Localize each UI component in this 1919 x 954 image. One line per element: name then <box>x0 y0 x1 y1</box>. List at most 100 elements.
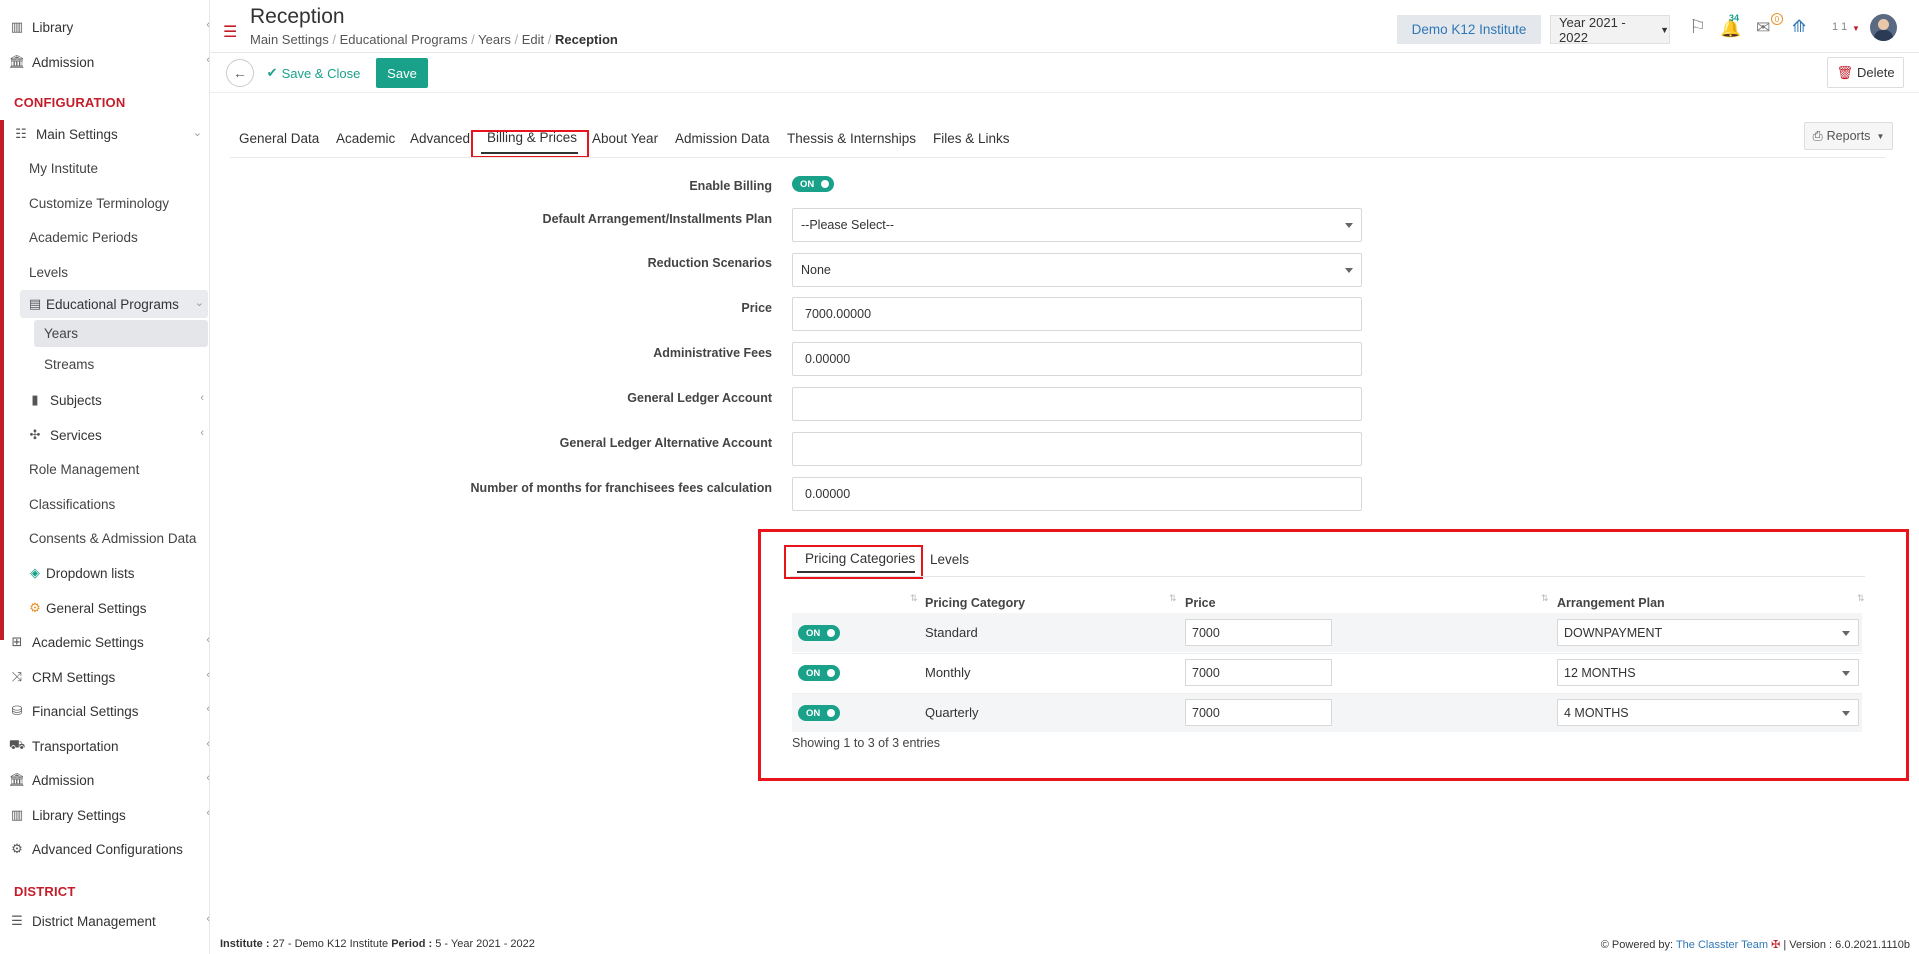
sort-icon[interactable]: ⇅ <box>910 593 917 604</box>
flag-icon[interactable]: ⚐ <box>1689 16 1706 39</box>
sidebar-item-advanced-configurations[interactable]: ⚙ Advanced Configurations <box>8 835 209 863</box>
tab-admission-data[interactable]: Admission Data <box>675 131 770 146</box>
column-header-price[interactable]: Price <box>1185 596 1216 610</box>
active-section-bar <box>0 120 4 640</box>
chevron-left-icon: ‹ <box>206 772 210 784</box>
sidebar-item-admission[interactable]: 🏛 Admission ‹ <box>8 48 209 76</box>
sidebar-item-library[interactable]: ▥ Library ‹ <box>8 13 209 41</box>
delete-button[interactable]: 🗑 Delete <box>1827 57 1904 88</box>
row-plan-value: 4 MONTHS <box>1564 705 1629 720</box>
row-category: Standard <box>925 625 978 640</box>
reduction-select[interactable]: None <box>792 253 1362 287</box>
tab-about-year[interactable]: About Year <box>592 131 658 146</box>
price-input[interactable]: 7000.00000 <box>792 297 1362 331</box>
row-category: Monthly <box>925 665 971 680</box>
sidebar-item-my-institute[interactable]: My Institute <box>29 161 98 176</box>
tab-files-links[interactable]: Files & Links <box>933 131 1010 146</box>
tab-general-data[interactable]: General Data <box>239 131 319 146</box>
hamburger-icon[interactable]: ☰ <box>223 22 237 42</box>
tab-levels[interactable]: Levels <box>930 552 969 567</box>
sidebar-item-crm-settings[interactable]: ⤨ CRM Settings ‹ <box>8 663 209 691</box>
row-plan-select[interactable]: DOWNPAYMENT <box>1557 619 1859 646</box>
back-button[interactable]: ← <box>226 59 254 87</box>
tab-billing-prices[interactable]: Billing & Prices <box>487 130 577 145</box>
tab-advanced[interactable]: Advanced <box>410 131 470 146</box>
sidebar-item-district-management[interactable]: ☰ District Management ‹ <box>8 907 209 935</box>
layers-sync-icon[interactable]: ⟰ <box>1792 17 1806 37</box>
arrangement-select[interactable]: --Please Select-- <box>792 208 1362 242</box>
chevron-left-icon: ‹ <box>200 392 204 404</box>
toolbar: ← ✔ Save & Close Save 🗑 Delete <box>210 53 1919 93</box>
sidebar-item-academic-periods[interactable]: Academic Periods <box>29 230 138 245</box>
sidebar-item-years[interactable]: Years <box>44 326 78 341</box>
column-header-pricing-category[interactable]: Pricing Category <box>925 596 1025 610</box>
sidebar-item-transportation[interactable]: ⛟ Transportation ‹ <box>8 732 209 760</box>
sidebar-item-services[interactable]: ✣ Services ‹ <box>26 421 206 449</box>
sidebar-item-main-settings[interactable]: ☷ Main Settings ⌄ <box>12 120 209 148</box>
sidebar-item-levels[interactable]: Levels <box>29 265 68 280</box>
sidebar-item-streams[interactable]: Streams <box>44 357 94 372</box>
save-button[interactable]: Save <box>376 58 428 88</box>
tabs-divider <box>230 157 1885 158</box>
sidebar-item-academic-settings[interactable]: ⊞ Academic Settings ‹ <box>8 628 209 656</box>
sidebar-item-educational-programs[interactable]: ▤ Educational Programs ⌄ <box>26 290 206 318</box>
sort-icon[interactable]: ⇅ <box>1857 593 1864 604</box>
footer-period-label: Period : <box>391 938 433 950</box>
sidebar-item-label: Educational Programs <box>46 296 179 312</box>
footer-powered: © Powered by: The Classter Team ✠ | Vers… <box>1601 938 1910 951</box>
sidebar-item-customize-terminology[interactable]: Customize Terminology <box>29 196 169 211</box>
breadcrumb-years[interactable]: Years <box>478 32 511 47</box>
top-header: ☰ Reception Main Settings / Educational … <box>210 0 1919 53</box>
sidebar-item-classifications[interactable]: Classifications <box>29 497 115 512</box>
page-title: Reception <box>250 5 345 28</box>
envelope-icon[interactable]: ✉ <box>1756 18 1770 38</box>
footer-powered-link[interactable]: The Classter Team <box>1676 939 1768 951</box>
caret-down-icon[interactable]: ▼ <box>1852 24 1860 33</box>
enable-billing-toggle[interactable]: ON <box>792 176 834 192</box>
row-price-input[interactable]: 7000 <box>1185 619 1332 646</box>
gear-icon: ⚙ <box>29 600 41 615</box>
row-toggle[interactable]: ON <box>798 665 840 681</box>
sidebar-item-consents[interactable]: Consents & Admission Data <box>29 531 196 546</box>
sidebar-item-role-management[interactable]: Role Management <box>29 462 139 477</box>
sidebar-item-dropdown-lists[interactable]: ◈ Dropdown lists <box>26 559 206 587</box>
gl-account-input[interactable] <box>792 387 1362 421</box>
row-price-input[interactable]: 7000 <box>1185 699 1332 726</box>
gl-alt-account-label: General Ledger Alternative Account <box>559 436 772 450</box>
row-plan-select[interactable]: 4 MONTHS <box>1557 699 1859 726</box>
menu-icon: ☰ <box>11 913 23 928</box>
column-header-arrangement-plan[interactable]: Arrangement Plan <box>1557 596 1665 610</box>
sidebar-item-admission-2[interactable]: 🏛 Admission ‹ <box>8 766 210 794</box>
admin-fees-input[interactable]: 0.00000 <box>792 342 1362 376</box>
sort-icon[interactable]: ⇅ <box>1541 593 1548 604</box>
sort-icon[interactable]: ⇅ <box>1169 593 1176 604</box>
avatar[interactable] <box>1870 14 1897 41</box>
sidebar-item-library-settings[interactable]: ▥ Library Settings ‹ <box>8 801 209 829</box>
chevron-left-icon: ‹ <box>206 703 210 715</box>
section-configuration: CONFIGURATION <box>14 95 126 110</box>
sidebar-item-subjects[interactable]: ▮ Subjects ‹ <box>26 386 206 414</box>
user-label[interactable]: 1 1 <box>1832 21 1847 33</box>
year-selector[interactable]: Year 2021 - 2022 ▼ <box>1550 15 1670 45</box>
row-toggle[interactable]: ON <box>798 705 840 721</box>
tab-academic[interactable]: Academic <box>336 131 395 146</box>
breadcrumb-edit[interactable]: Edit <box>522 32 544 47</box>
row-price-input[interactable]: 7000 <box>1185 659 1332 686</box>
breadcrumb-main-settings[interactable]: Main Settings <box>250 32 329 47</box>
save-close-button[interactable]: ✔ Save & Close <box>266 58 361 88</box>
months-input[interactable]: 0.00000 <box>792 477 1362 511</box>
row-plan-select[interactable]: 12 MONTHS <box>1557 659 1859 686</box>
reports-button[interactable]: ⎙ Reports ▼ <box>1804 122 1893 150</box>
bus-icon: ⛟ <box>8 737 26 752</box>
sidebar-item-general-settings[interactable]: ⚙ General Settings <box>26 594 206 622</box>
tab-pricing-categories[interactable]: Pricing Categories <box>805 551 915 566</box>
tab-thessis-internships[interactable]: Thessis & Internships <box>787 131 916 146</box>
months-label: Number of months for franchisees fees ca… <box>470 481 772 495</box>
breadcrumb-educational-programs[interactable]: Educational Programs <box>340 32 468 47</box>
pricing-active-underline <box>797 571 915 573</box>
row-toggle[interactable]: ON <box>798 625 840 641</box>
gears-icon: ⚙ <box>11 841 23 856</box>
institute-selector[interactable]: Demo K12 Institute <box>1397 15 1541 44</box>
gl-alt-account-input[interactable] <box>792 432 1362 466</box>
sidebar-item-financial-settings[interactable]: ⛁ Financial Settings ‹ <box>8 697 210 725</box>
